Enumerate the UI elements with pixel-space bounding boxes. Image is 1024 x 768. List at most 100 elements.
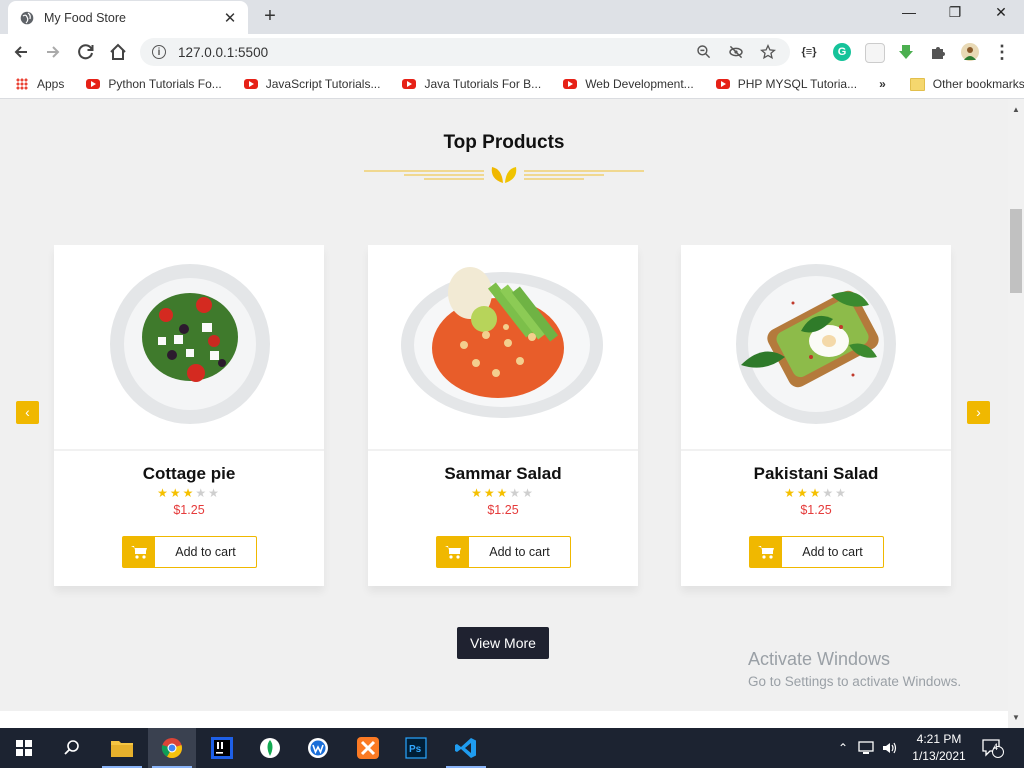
json-extension-icon[interactable]: {≡} bbox=[800, 43, 818, 61]
taskbar-xampp[interactable] bbox=[344, 728, 392, 768]
address-bar[interactable]: i 127.0.0.1:5500 bbox=[140, 38, 790, 66]
folder-icon bbox=[909, 77, 925, 91]
grammarly-icon[interactable]: G bbox=[833, 43, 851, 61]
star-filled-icon: ★ bbox=[157, 486, 170, 500]
bookmark-label: Python Tutorials Fo... bbox=[108, 77, 222, 91]
bookmark-apps[interactable]: Apps bbox=[16, 77, 64, 91]
youtube-icon bbox=[563, 79, 578, 89]
bookmark-java[interactable]: Java Tutorials For B... bbox=[402, 77, 541, 91]
bookmark-python[interactable]: Python Tutorials Fo... bbox=[86, 77, 222, 91]
browser-tab[interactable]: My Food Store ✕ bbox=[8, 1, 248, 34]
reload-icon[interactable] bbox=[75, 41, 97, 63]
home-icon[interactable] bbox=[107, 41, 129, 63]
page-scrollbar[interactable]: ▲ ▼ bbox=[1008, 99, 1024, 728]
bookmark-star-icon[interactable] bbox=[758, 44, 778, 60]
action-center-button[interactable]: 4 bbox=[982, 728, 1004, 768]
scrollbar-thumb[interactable] bbox=[1010, 209, 1022, 293]
product-card[interactable]: Cottage pie ★★★★★ $1.25 Add to cart bbox=[54, 245, 324, 586]
show-hidden-icons-chevron-icon[interactable]: ⌃ bbox=[838, 741, 848, 755]
taskbar-clock[interactable]: 4:21 PM 1/13/2021 bbox=[905, 731, 973, 765]
puzzle-icon[interactable] bbox=[929, 43, 947, 61]
site-info-icon[interactable]: i bbox=[152, 45, 166, 59]
taskbar-vscode[interactable] bbox=[442, 728, 490, 768]
watermark-title: Activate Windows bbox=[748, 649, 891, 669]
carousel-prev-button[interactable]: ‹ bbox=[16, 401, 39, 424]
product-price: $1.25 bbox=[173, 503, 205, 517]
avocado-toast-image bbox=[736, 264, 896, 424]
restore-button[interactable]: ❐ bbox=[932, 4, 978, 26]
activate-windows-watermark: Activate Windows Go to Settings to activ… bbox=[748, 649, 961, 689]
profile-avatar-icon[interactable] bbox=[961, 43, 979, 61]
product-name[interactable]: Pakistani Salad bbox=[681, 464, 951, 484]
taskbar-file-explorer[interactable] bbox=[98, 728, 146, 768]
carousel-next-button[interactable]: › bbox=[967, 401, 990, 424]
network-icon[interactable] bbox=[858, 741, 874, 755]
new-tab-button[interactable]: + bbox=[259, 5, 281, 28]
product-card[interactable]: Pakistani Salad ★★★★★ $1.25 Add to cart bbox=[681, 245, 951, 586]
bookmark-web-dev[interactable]: Web Development... bbox=[563, 77, 694, 91]
page-content: Top Products ‹ › Cottage pie ★★★★★ $1.25… bbox=[0, 99, 1008, 711]
star-empty-icon: ★ bbox=[522, 486, 535, 500]
view-more-button[interactable]: View More bbox=[457, 627, 549, 659]
close-tab-icon[interactable]: ✕ bbox=[218, 9, 242, 27]
zoom-icon[interactable] bbox=[694, 44, 714, 60]
download-extension-icon[interactable] bbox=[897, 43, 915, 61]
clock-time: 4:21 PM bbox=[916, 732, 962, 746]
url-text[interactable]: 127.0.0.1:5500 bbox=[178, 45, 694, 60]
tracking-eye-icon[interactable] bbox=[726, 44, 746, 60]
back-icon[interactable] bbox=[10, 41, 32, 63]
extension-box-icon[interactable] bbox=[865, 43, 885, 63]
taskbar-mongodb[interactable] bbox=[246, 728, 294, 768]
watermark-subtitle: Go to Settings to activate Windows. bbox=[748, 674, 962, 689]
greek-salad-image bbox=[110, 264, 270, 424]
chrome-icon bbox=[161, 738, 182, 759]
other-bookmarks[interactable]: Other bookmarks bbox=[909, 77, 1024, 91]
add-to-cart-button[interactable]: Add to cart bbox=[436, 536, 571, 568]
scroll-up-arrow-icon[interactable]: ▲ bbox=[1008, 105, 1024, 114]
folder-icon bbox=[111, 741, 133, 757]
taskbar-chrome[interactable] bbox=[148, 728, 196, 768]
minimize-button[interactable]: — bbox=[886, 4, 932, 26]
product-image bbox=[368, 245, 638, 451]
notification-count: 4 bbox=[993, 742, 999, 752]
bookmark-label: PHP MYSQL Tutoria... bbox=[737, 77, 858, 91]
bookmarks-bar: Apps Python Tutorials Fo... JavaScript T… bbox=[0, 70, 1024, 99]
system-tray: ⌃ bbox=[838, 728, 898, 768]
add-to-cart-button[interactable]: Add to cart bbox=[122, 536, 257, 568]
rating-stars: ★★★★★ bbox=[681, 486, 951, 500]
star-filled-icon: ★ bbox=[471, 486, 484, 500]
start-button[interactable] bbox=[0, 728, 48, 768]
close-window-button[interactable]: ✕ bbox=[978, 4, 1024, 26]
product-name[interactable]: Sammar Salad bbox=[368, 464, 638, 484]
bookmark-label: Java Tutorials For B... bbox=[424, 77, 542, 91]
youtube-icon bbox=[715, 79, 730, 89]
leaf-divider-icon bbox=[364, 167, 644, 183]
product-name[interactable]: Cottage pie bbox=[54, 464, 324, 484]
bookmark-javascript[interactable]: JavaScript Tutorials... bbox=[243, 77, 380, 91]
search-button[interactable] bbox=[48, 728, 96, 768]
browser-menu-icon[interactable]: ⋮ bbox=[991, 41, 1013, 63]
volume-icon[interactable] bbox=[882, 741, 898, 755]
tab-strip: My Food Store ✕ + — ❐ ✕ bbox=[0, 0, 1024, 34]
taskbar-photoshop[interactable]: Ps bbox=[392, 728, 440, 768]
clock-date: 1/13/2021 bbox=[912, 749, 966, 763]
forward-icon[interactable] bbox=[42, 41, 64, 63]
star-filled-icon: ★ bbox=[784, 486, 797, 500]
bookmark-apps-label: Apps bbox=[37, 77, 65, 91]
more-bookmarks-button[interactable]: » bbox=[879, 77, 886, 91]
bookmark-php[interactable]: PHP MYSQL Tutoria... bbox=[715, 77, 858, 91]
product-card[interactable]: Sammar Salad ★★★★★ $1.25 Add to cart bbox=[368, 245, 638, 586]
globe-icon bbox=[20, 11, 34, 24]
add-to-cart-label: Add to cart bbox=[489, 545, 550, 559]
product-image bbox=[54, 245, 324, 451]
noodle-salad-image bbox=[401, 267, 603, 418]
section-title: Top Products bbox=[443, 132, 565, 153]
taskbar-intellij[interactable] bbox=[198, 728, 246, 768]
taskbar-app-w[interactable] bbox=[294, 728, 342, 768]
star-filled-icon: ★ bbox=[169, 486, 183, 500]
scroll-down-arrow-icon[interactable]: ▼ bbox=[1008, 713, 1024, 722]
other-bookmarks-label: Other bookmarks bbox=[932, 77, 1024, 91]
youtube-icon bbox=[402, 79, 417, 89]
product-price: $1.25 bbox=[487, 503, 519, 517]
add-to-cart-button[interactable]: Add to cart bbox=[749, 536, 884, 568]
